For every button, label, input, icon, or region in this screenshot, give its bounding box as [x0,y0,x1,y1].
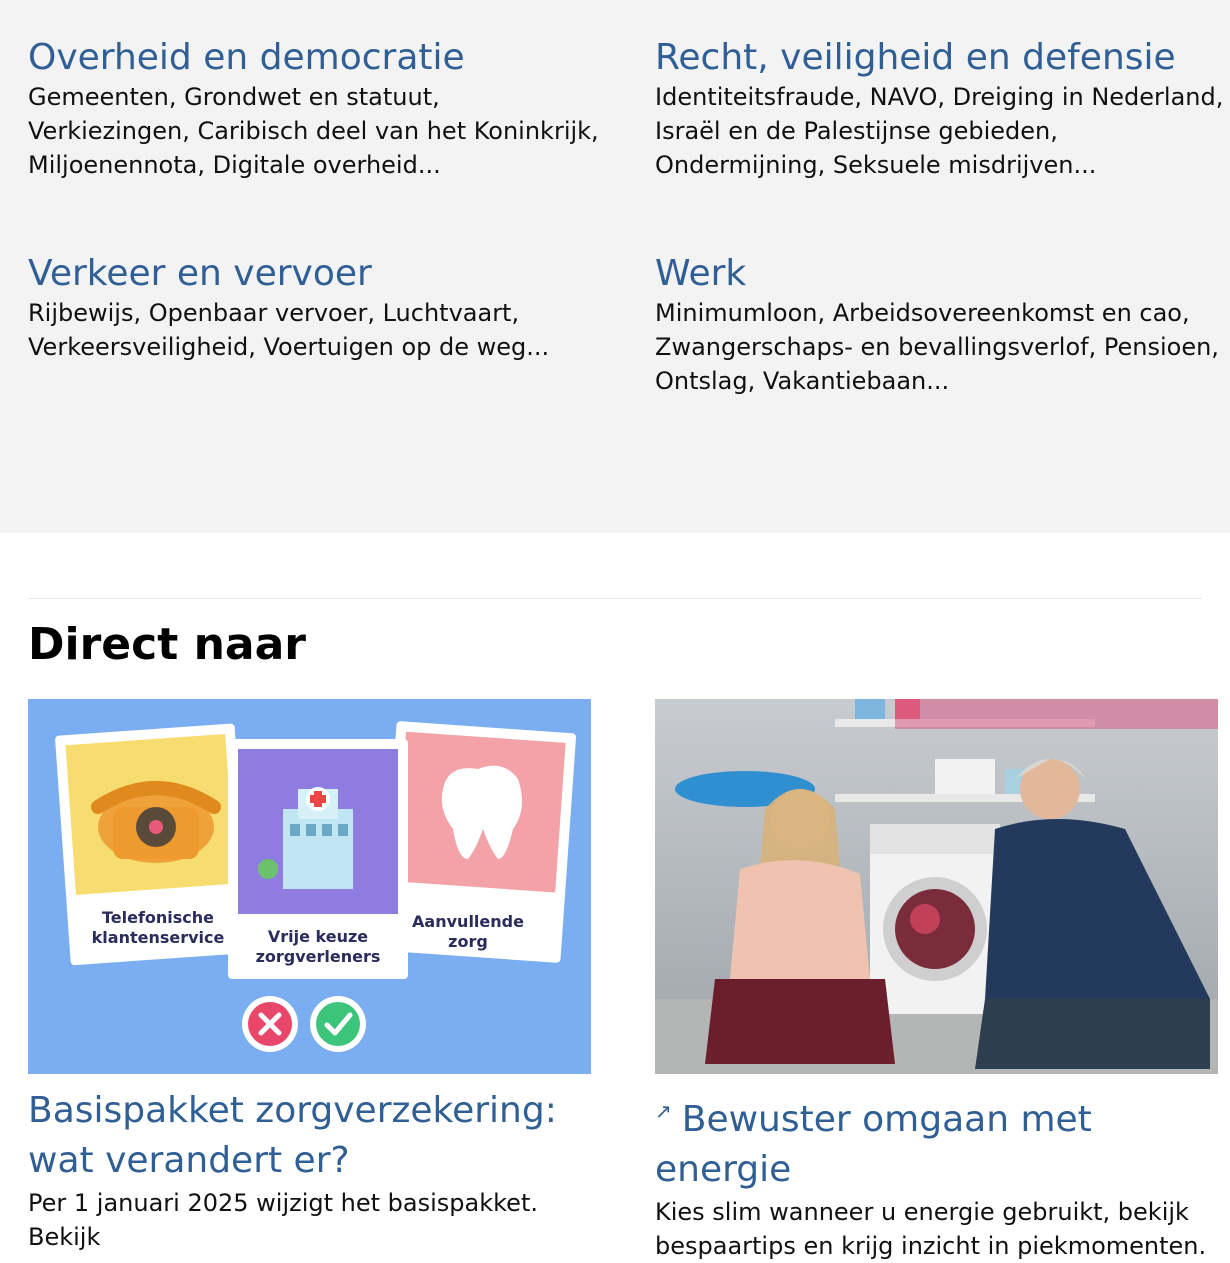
topic-desc: Identiteitsfraude, NAVO, Dreiging in Ned… [655,83,1224,179]
card-basispakket[interactable]: Telefonische klantenservice Aanvullende … [28,699,591,1254]
illus-label-6: zorg [448,932,488,951]
card-title-basispakket[interactable]: Basispakket zorgverzekering: wat verande… [28,1086,591,1186]
topic-desc: Minimumloon, Arbeidsovereenkomst en cao,… [655,299,1219,395]
illus-label-5: Aanvullende [412,912,524,931]
card-desc-energie: Kies slim wanneer u energie gebruikt, be… [655,1198,1207,1260]
energie-photo-svg [655,699,1218,1074]
accept-icon [310,996,366,1052]
card-title-energie-text: Bewuster omgaan met energie [655,1099,1092,1190]
telephone-icon [91,781,221,863]
card-title-energie[interactable]: ↗ Bewuster omgaan met energie [655,1086,1218,1195]
topic-link-recht[interactable]: Recht, veiligheid en defensie [655,36,1230,80]
illus-label-2: klantenservice [92,928,225,947]
topic-recht: Recht, veiligheid en defensie Identiteit… [655,36,1230,182]
topic-verkeer: Verkeer en vervoer Rijbewijs, Openbaar v… [28,252,608,364]
topics-section: Overheid en democratie Gemeenten, Grondw… [0,0,1230,533]
external-link-icon: ↗ [655,1099,672,1123]
illus-label-3: Vrije keuze [268,927,368,946]
topic-werk: Werk Minimumloon, Arbeidsovereenkomst en… [655,252,1230,398]
card-energie[interactable]: ↗ Bewuster omgaan met energie Kies slim w… [655,699,1218,1263]
energie-photo[interactable] [655,699,1218,1074]
topic-link-werk[interactable]: Werk [655,252,1230,296]
basispakket-illustration[interactable]: Telefonische klantenservice Aanvullende … [28,699,591,1074]
section-divider [28,598,1202,599]
topic-desc: Gemeenten, Grondwet en statuut, Verkiezi… [28,83,599,179]
topic-desc: Rijbewijs, Openbaar vervoer, Luchtvaart,… [28,299,550,361]
basispakket-illustration-svg: Telefonische klantenservice Aanvullende … [28,699,591,1074]
direct-naar-heading: Direct naar [28,619,306,670]
topic-link-overheid[interactable]: Overheid en democratie [28,36,608,80]
reject-icon [242,996,298,1052]
topic-link-verkeer[interactable]: Verkeer en vervoer [28,252,608,296]
illus-label-1: Telefonische [102,908,214,927]
illus-label-4: zorgverleners [256,947,381,966]
card-desc-basispakket: Per 1 januari 2025 wijzigt het basispakk… [28,1189,538,1251]
topic-overheid: Overheid en democratie Gemeenten, Grondw… [28,36,608,182]
